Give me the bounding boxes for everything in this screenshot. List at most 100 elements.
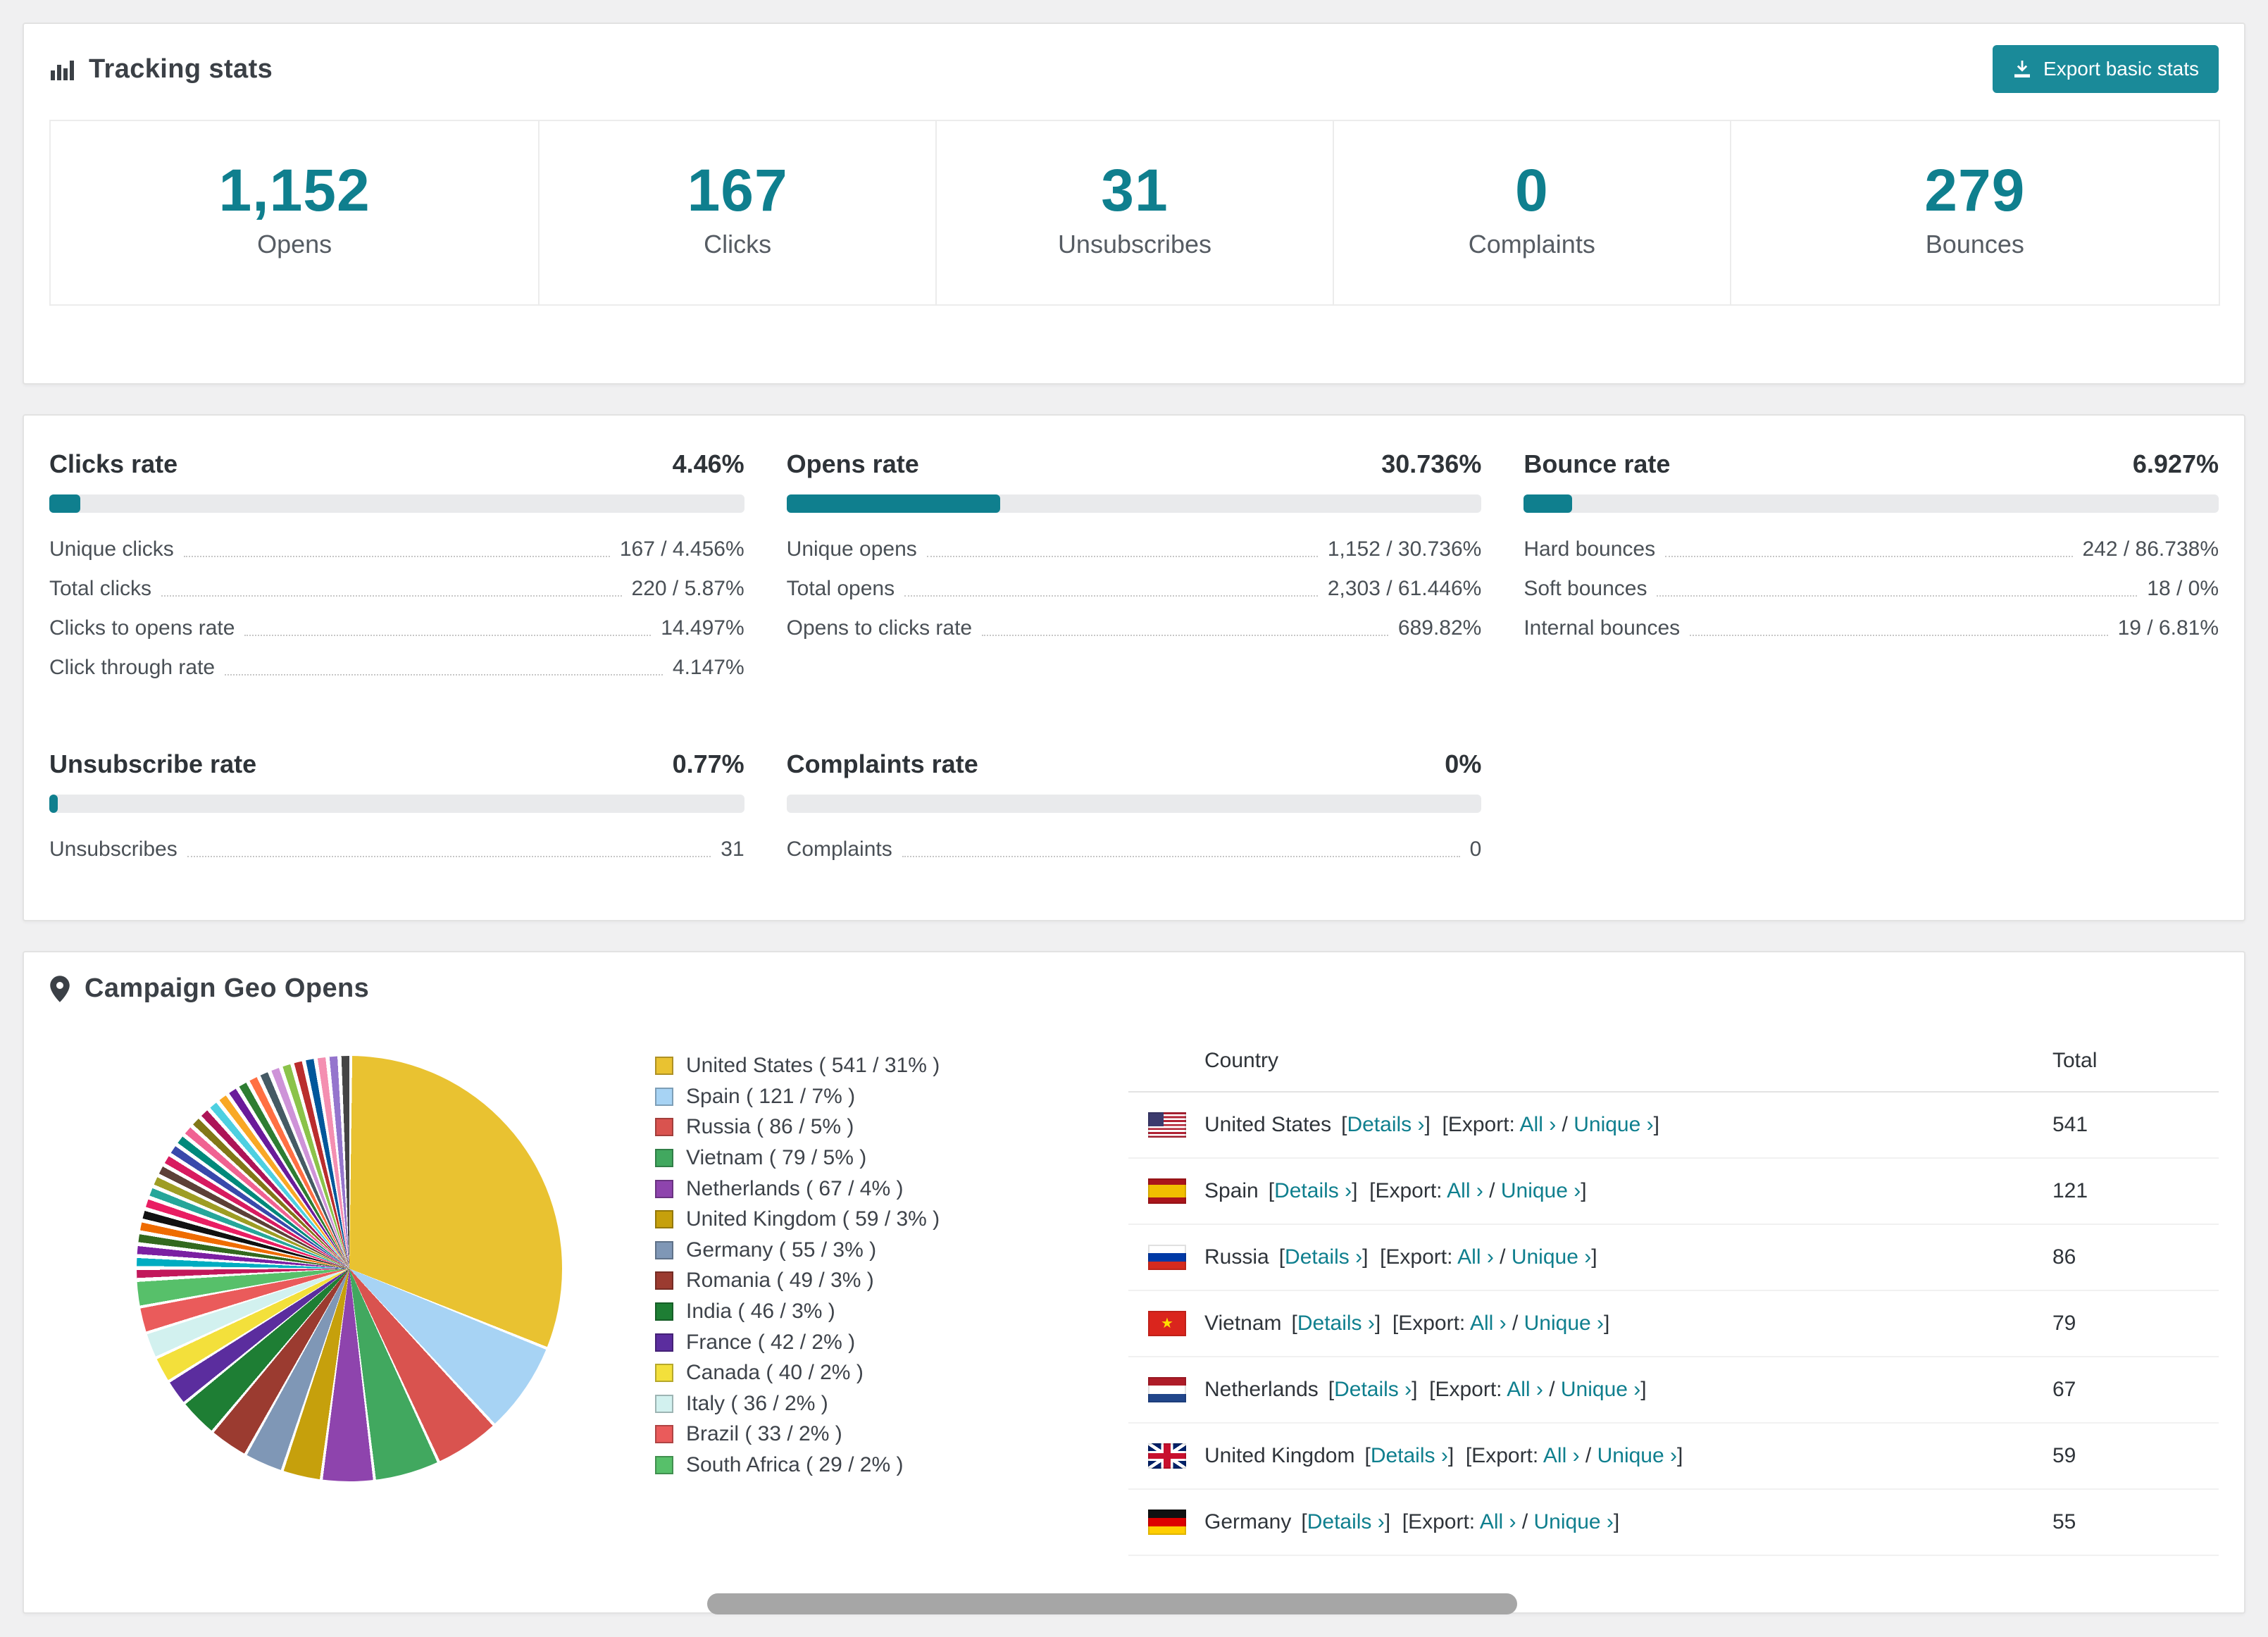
stat-value: 279 — [1745, 158, 2205, 223]
legend-label: Spain ( 121 / 7% ) — [686, 1085, 855, 1109]
tracking-stats-header: Tracking stats Export basic stats — [24, 24, 2244, 114]
country-name: Spain — [1204, 1179, 1259, 1203]
stat-box-opens: 1,152 Opens — [49, 120, 540, 306]
tracking-stats-title: Tracking stats — [89, 54, 273, 85]
horizontal-scrollbar-thumb[interactable] — [707, 1593, 1517, 1614]
details-link[interactable]: Details › — [1297, 1312, 1375, 1335]
rate-row-label: Unsubscribes — [49, 838, 177, 861]
bar-chart-icon — [49, 56, 75, 82]
rate-row: Complaints 0 — [787, 830, 1482, 869]
details-link[interactable]: Details › — [1334, 1378, 1412, 1401]
export-unique-link[interactable]: Unique › — [1524, 1312, 1604, 1335]
export-basic-stats-button[interactable]: Export basic stats — [1993, 45, 2219, 93]
details-link[interactable]: Details › — [1285, 1245, 1362, 1269]
legend-item: Russia ( 86 / 5% ) — [655, 1112, 1066, 1143]
rate-row-value: 242 / 86.738% — [2083, 537, 2219, 561]
export-unique-link[interactable]: Unique › — [1534, 1510, 1614, 1533]
tracking-stats-card: Tracking stats Export basic stats 1,152 … — [23, 23, 2245, 385]
flag-icon-vn: ★ — [1148, 1311, 1186, 1336]
rate-percent: 0.77% — [673, 749, 744, 779]
export-all-link[interactable]: All › — [1470, 1312, 1507, 1335]
export-unique-link[interactable]: Unique › — [1597, 1444, 1677, 1467]
table-row: United Kingdom [Details ›] [Export: All … — [1128, 1424, 2219, 1490]
geo-table-header-row: Country Total — [1128, 1031, 2219, 1093]
table-row: ★ Vietnam [Details ›] [Export: All › / U… — [1128, 1291, 2219, 1357]
legend-label: Canada ( 40 / 2% ) — [686, 1361, 864, 1385]
geo-table-body: United States [Details ›] [Export: All ›… — [1128, 1093, 2219, 1556]
stat-value: 0 — [1348, 158, 1716, 223]
column-header-total: Total — [2052, 1049, 2199, 1073]
rate-row: Hard bounces 242 / 86.738% — [1524, 530, 2219, 569]
legend-label: Vietnam ( 79 / 5% ) — [686, 1146, 866, 1170]
rate-row: Total opens 2,303 / 61.446% — [787, 569, 1482, 609]
export-all-link[interactable]: All › — [1520, 1113, 1557, 1136]
details-link[interactable]: Details › — [1347, 1113, 1424, 1136]
rate-row-value: 14.497% — [661, 616, 744, 640]
legend-label: Netherlands ( 67 / 4% ) — [686, 1177, 903, 1201]
rate-panel: Clicks rate 4.46% Unique clicks 167 / 4.… — [49, 449, 744, 687]
legend-label: United Kingdom ( 59 / 3% ) — [686, 1207, 940, 1231]
legend-color-swatch — [655, 1456, 673, 1474]
country-links: [Details ›] [Export: All › / Unique ›] — [1341, 1113, 1659, 1137]
export-all-link[interactable]: All › — [1543, 1444, 1580, 1467]
rate-row-label: Hard bounces — [1524, 537, 1655, 561]
progress-bar-fill — [1524, 494, 1571, 513]
rate-row-value: 689.82% — [1398, 616, 1481, 640]
country-links: [Details ›] [Export: All › / Unique ›] — [1328, 1378, 1647, 1402]
export-unique-link[interactable]: Unique › — [1501, 1179, 1581, 1202]
legend-label: India ( 46 / 3% ) — [686, 1300, 835, 1324]
country-links: [Details ›] [Export: All › / Unique ›] — [1292, 1312, 1610, 1336]
rate-row: Total clicks 220 / 5.87% — [49, 569, 744, 609]
progress-bar — [1524, 494, 2219, 513]
stat-value: 31 — [951, 158, 1319, 223]
dotted-leader — [902, 856, 1460, 857]
export-unique-link[interactable]: Unique › — [1512, 1245, 1591, 1269]
tracking-stats-page: Tracking stats Export basic stats 1,152 … — [0, 23, 2268, 1614]
legend-item: Vietnam ( 79 / 5% ) — [655, 1143, 1066, 1174]
rate-row-label: Opens to clicks rate — [787, 616, 972, 640]
progress-bar-fill — [49, 795, 58, 813]
details-link[interactable]: Details › — [1371, 1444, 1448, 1467]
dotted-leader — [904, 595, 1318, 597]
country-links: [Details ›] [Export: All › / Unique ›] — [1301, 1510, 1619, 1534]
geo-table: Country Total United States [Details ›] … — [1128, 1031, 2219, 1556]
rate-row: Unsubscribes 31 — [49, 830, 744, 869]
country-name: United States — [1204, 1113, 1331, 1137]
legend-color-swatch — [655, 1180, 673, 1198]
dotted-leader — [1690, 635, 2107, 636]
rate-row-label: Unique clicks — [49, 537, 174, 561]
dotted-leader — [982, 635, 1388, 636]
rate-title: Complaints rate — [787, 749, 978, 779]
legend-color-swatch — [655, 1210, 673, 1228]
dotted-leader — [184, 556, 610, 557]
legend-label: Brazil ( 33 / 2% ) — [686, 1422, 842, 1446]
legend-color-swatch — [655, 1241, 673, 1259]
legend-label: Germany ( 55 / 3% ) — [686, 1238, 876, 1262]
legend-item: South Africa ( 29 / 2% ) — [655, 1450, 1066, 1481]
export-unique-link[interactable]: Unique › — [1561, 1378, 1640, 1401]
rate-row-label: Soft bounces — [1524, 577, 1647, 601]
country-links: [Details ›] [Export: All › / Unique ›] — [1364, 1444, 1683, 1468]
legend-color-swatch — [655, 1425, 673, 1443]
details-link[interactable]: Details › — [1274, 1179, 1352, 1202]
export-unique-link[interactable]: Unique › — [1574, 1113, 1653, 1136]
export-all-link[interactable]: All › — [1480, 1510, 1516, 1533]
export-all-link[interactable]: All › — [1447, 1179, 1483, 1202]
geo-legend: United States ( 541 / 31% ) Spain ( 121 … — [655, 1050, 1066, 1480]
details-link[interactable]: Details › — [1307, 1510, 1385, 1533]
rate-title: Unsubscribe rate — [49, 749, 256, 779]
legend-label: France ( 42 / 2% ) — [686, 1331, 855, 1355]
stat-value: 1,152 — [65, 158, 524, 223]
progress-bar — [49, 494, 744, 513]
legend-color-swatch — [655, 1271, 673, 1290]
rate-title: Clicks rate — [49, 449, 177, 479]
export-all-link[interactable]: All › — [1457, 1245, 1494, 1269]
stat-label: Clicks — [554, 230, 921, 259]
country-links: [Details ›] [Export: All › / Unique ›] — [1269, 1179, 1587, 1203]
export-all-link[interactable]: All › — [1507, 1378, 1543, 1401]
progress-bar — [787, 494, 1482, 513]
rates-card: Clicks rate 4.46% Unique clicks 167 / 4.… — [23, 414, 2245, 921]
flag-icon-ru — [1148, 1245, 1186, 1270]
stat-label: Opens — [65, 230, 524, 259]
table-row: Russia [Details ›] [Export: All › / Uniq… — [1128, 1225, 2219, 1291]
